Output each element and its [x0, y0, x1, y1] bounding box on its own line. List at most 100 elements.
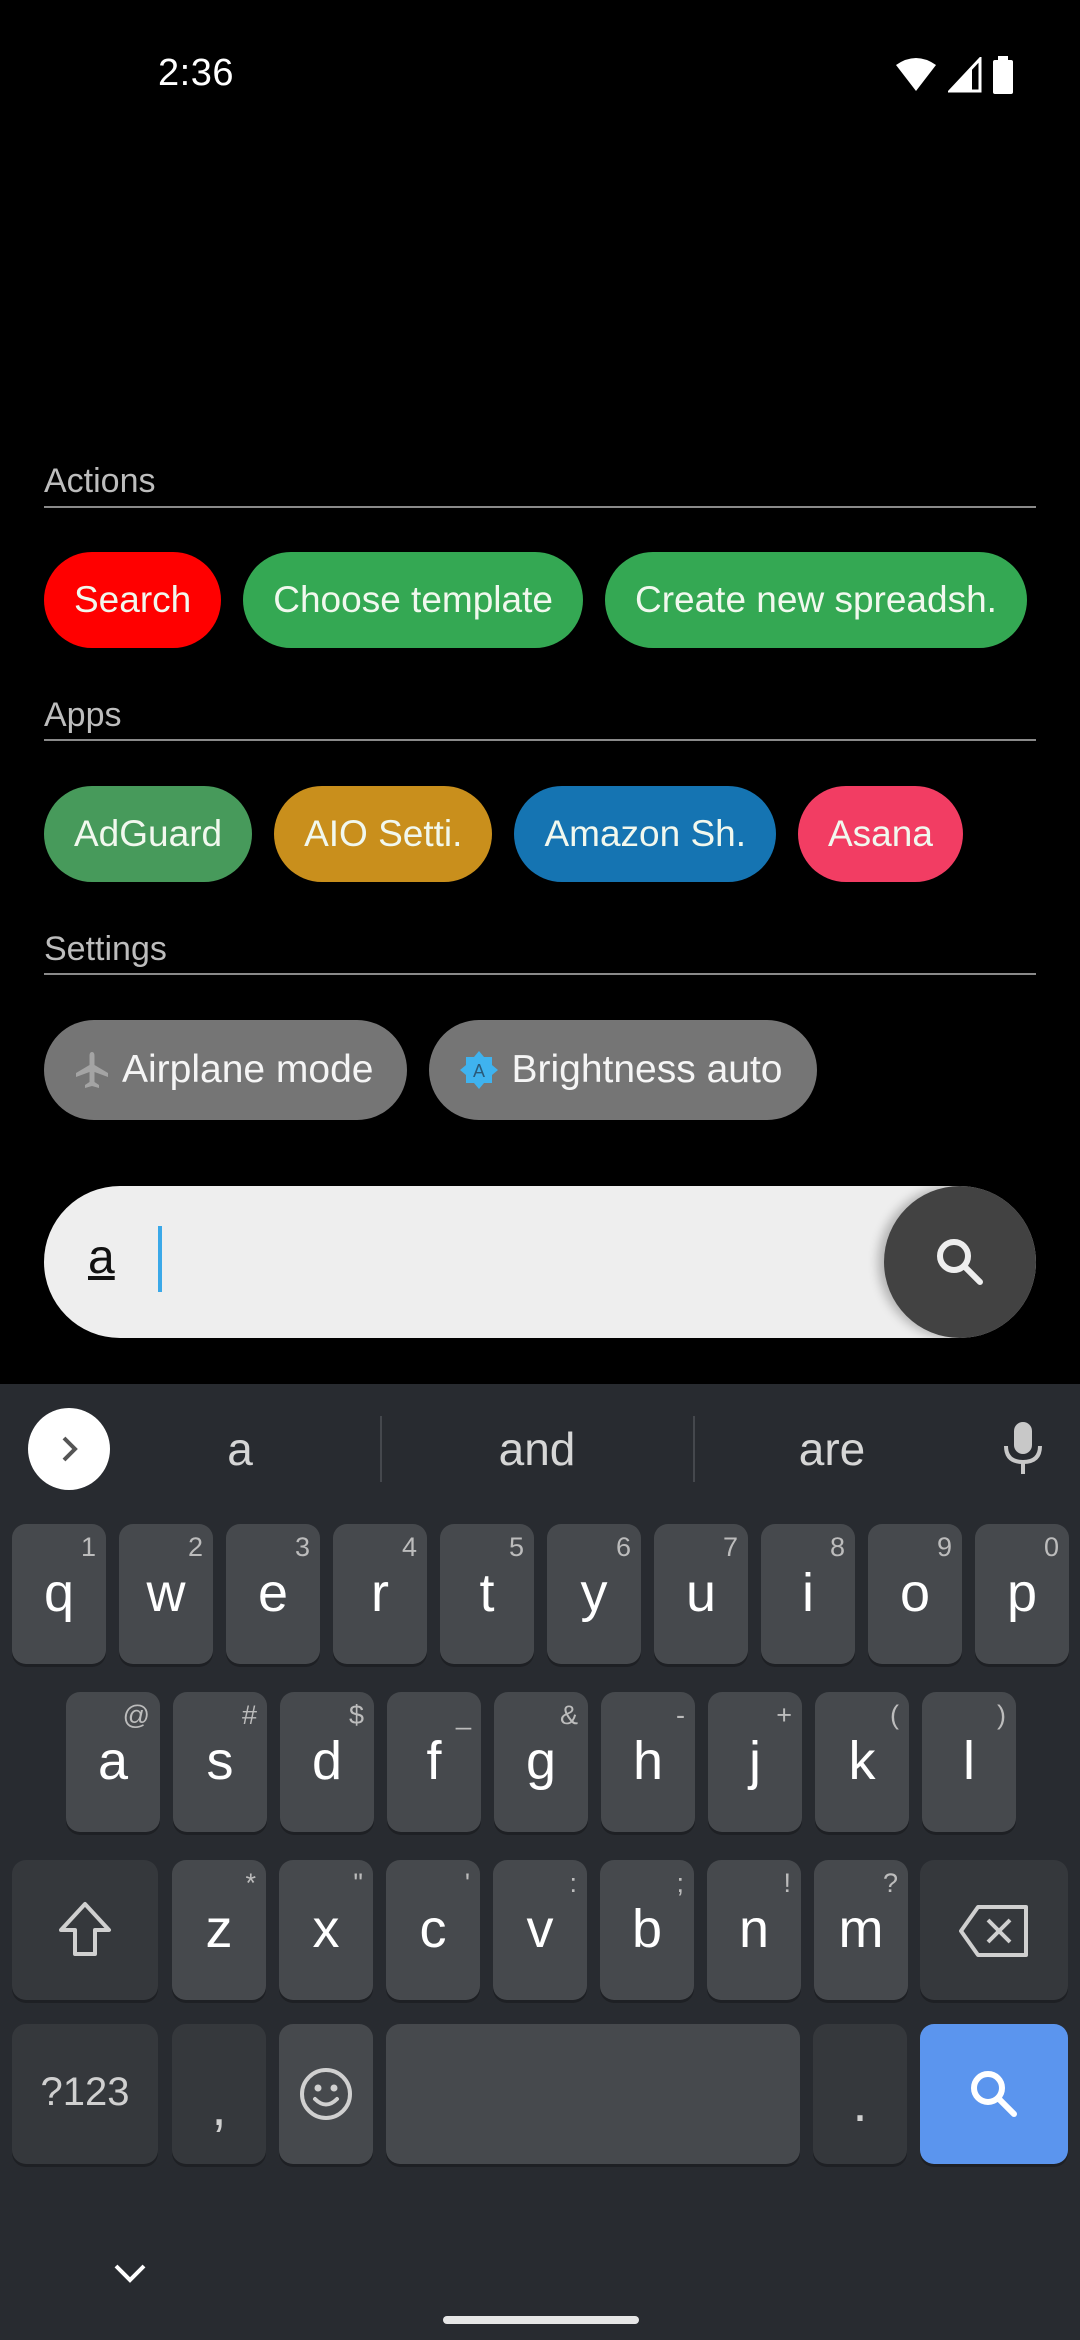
key-g[interactable]: & g — [494, 1692, 588, 1832]
key-label: h — [632, 1731, 664, 1791]
key-hint: 9 — [936, 1532, 952, 1562]
key-k[interactable]: (k — [815, 1692, 909, 1832]
key-hint: 2 — [187, 1532, 203, 1562]
key-j[interactable]: + j — [708, 1692, 802, 1832]
voice-input-button[interactable] — [1000, 1420, 1046, 1481]
comma-key[interactable]: , — [172, 2024, 266, 2164]
key-d[interactable]: $ d — [280, 1692, 374, 1832]
key-q[interactable]: 1q — [12, 1524, 106, 1664]
suggestion-item[interactable]: a — [110, 1422, 370, 1476]
key-hint: 0 — [1043, 1532, 1059, 1562]
key-label: f — [426, 1731, 442, 1791]
section-label-settings: Settings — [44, 930, 167, 968]
key-label: t — [479, 1563, 495, 1623]
emoji-key[interactable] — [279, 2024, 373, 2164]
hide-keyboard-button[interactable] — [112, 2262, 148, 2291]
key-hint: ) — [997, 1700, 1006, 1730]
key-z[interactable]: * z — [172, 1860, 266, 2000]
key-label: l — [963, 1731, 975, 1791]
suggestion-divider — [693, 1416, 695, 1482]
actions-chip-row: Search Choose template Create new spread… — [44, 552, 1027, 648]
app-chip-adguard[interactable]: AdGuard — [44, 786, 253, 882]
section-divider — [44, 506, 1036, 508]
key-u[interactable]: 7u — [654, 1524, 748, 1664]
period-key[interactable]: . — [813, 2024, 907, 2164]
chevron-down-icon — [114, 2264, 146, 2283]
action-chip-choose-template[interactable]: Choose template — [243, 552, 583, 648]
key-w[interactable]: 2w — [119, 1524, 213, 1664]
key-l[interactable]: ) l — [922, 1692, 1016, 1832]
key-h[interactable]: -h — [601, 1692, 695, 1832]
app-chip-asana[interactable]: Asana — [798, 786, 963, 882]
space-key[interactable] — [386, 2024, 800, 2164]
key-hint: 4 — [401, 1532, 417, 1562]
key-t[interactable]: 5t — [440, 1524, 534, 1664]
search-input[interactable]: a — [44, 1186, 1036, 1338]
section-label-actions: Actions — [44, 462, 156, 500]
airplane-icon — [74, 1050, 110, 1090]
key-label: k — [848, 1731, 876, 1791]
key-label: s — [206, 1731, 234, 1791]
setting-chip-brightness-auto[interactable]: A Brightness auto — [429, 1020, 817, 1120]
key-m[interactable]: ? m — [814, 1860, 908, 2000]
search-action-key[interactable] — [920, 2024, 1068, 2164]
key-hint: $ — [348, 1700, 364, 1730]
key-i[interactable]: 8i — [761, 1524, 855, 1664]
key-hint: ( — [890, 1700, 899, 1730]
search-button[interactable] — [884, 1186, 1036, 1338]
key-label: b — [631, 1899, 663, 1959]
battery-icon — [993, 56, 1013, 94]
key-e[interactable]: 3e — [226, 1524, 320, 1664]
microphone-icon — [1004, 1422, 1042, 1474]
action-chip-create-spreadsheet[interactable]: Create new spreadsh. — [604, 552, 1027, 648]
suggestion-item[interactable]: and — [407, 1422, 667, 1476]
key-x[interactable]: " x — [279, 1860, 373, 2000]
key-n[interactable]: ! n — [707, 1860, 801, 2000]
status-icons — [894, 56, 1014, 94]
key-hint: ? — [882, 1868, 898, 1898]
key-v[interactable]: :v — [493, 1860, 587, 2000]
key-label: q — [43, 1563, 75, 1623]
section-label-apps: Apps — [44, 696, 122, 734]
key-label: m — [838, 1899, 884, 1959]
key-label: w — [146, 1563, 186, 1623]
svg-text:A: A — [473, 1061, 485, 1081]
status-bar: 2:36 — [0, 0, 1080, 150]
key-label: z — [205, 1899, 233, 1959]
key-label: j — [749, 1731, 761, 1791]
key-hint: 1 — [80, 1532, 96, 1562]
key-a[interactable]: @ a — [66, 1692, 160, 1832]
backspace-key[interactable] — [920, 1860, 1068, 2000]
settings-chip-row: Airplane mode A Brightness auto — [44, 1020, 817, 1120]
search-icon — [971, 2071, 1017, 2117]
search-input-value[interactable]: a — [88, 1230, 115, 1285]
key-p[interactable]: 0p — [975, 1524, 1069, 1664]
action-chip-search[interactable]: Search — [44, 552, 222, 648]
backspace-icon — [959, 1905, 1028, 1957]
app-chip-aio-settings[interactable]: AIO Setti. — [274, 786, 493, 882]
key-r[interactable]: 4r — [333, 1524, 427, 1664]
key-s[interactable]: # s — [173, 1692, 267, 1832]
key-o[interactable]: 9o — [868, 1524, 962, 1664]
key-hint: 7 — [722, 1532, 738, 1562]
setting-chip-airplane-mode[interactable]: Airplane mode — [44, 1020, 408, 1120]
period-key-label: . — [852, 2073, 868, 2133]
comma-key-label: , — [211, 2077, 227, 2137]
app-chip-amazon-shopping[interactable]: Amazon Sh. — [514, 786, 776, 882]
key-label: u — [685, 1563, 717, 1623]
symbols-key[interactable]: ?123 — [12, 2024, 158, 2164]
key-label: p — [1006, 1563, 1038, 1623]
key-c[interactable]: ' c — [386, 1860, 480, 2000]
key-f[interactable]: _ f — [387, 1692, 481, 1832]
key-label: i — [802, 1563, 814, 1623]
suggestion-item[interactable]: are — [702, 1422, 962, 1476]
apps-chip-row: AdGuard AIO Setti. Amazon Sh. Asana — [44, 786, 963, 882]
key-y[interactable]: 6y — [547, 1524, 641, 1664]
home-gesture-bar[interactable] — [443, 2316, 639, 2324]
key-b[interactable]: ; b — [600, 1860, 694, 2000]
keyboard-expand-button[interactable] — [28, 1408, 110, 1490]
key-label: x — [312, 1899, 340, 1959]
shift-key[interactable] — [12, 1860, 158, 2000]
key-hint: 6 — [615, 1532, 631, 1562]
key-label: d — [311, 1731, 343, 1791]
